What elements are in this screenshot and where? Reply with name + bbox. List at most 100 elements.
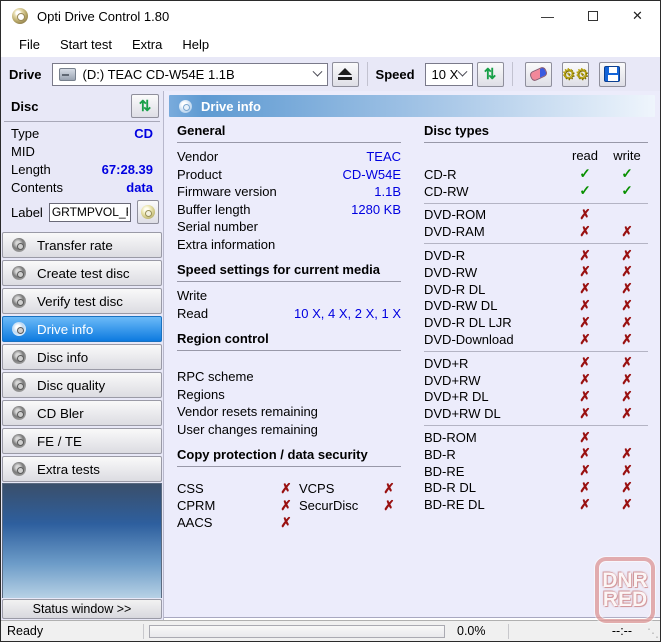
disc-type-label: CD-R [424, 167, 564, 182]
drive-label: Drive [9, 67, 42, 82]
status-window-button[interactable]: Status window >> [2, 599, 162, 619]
drive-icon [59, 68, 76, 81]
refresh-speeds-button[interactable]: ⇅ [477, 62, 504, 87]
disc-type-row: DVD-RAM ✗ ✗ [424, 223, 648, 240]
read-status-icon: ✗ [564, 248, 606, 264]
write-status-icon: ✗ [606, 281, 648, 297]
minimize-icon[interactable]: — [525, 1, 570, 31]
page-title: Drive info [201, 99, 261, 114]
write-status-icon: ✗ [606, 248, 648, 264]
menu-start-test[interactable]: Start test [50, 34, 122, 55]
disc-type-row: DVD+RW DL ✗ ✗ [424, 405, 648, 422]
chevron-down-icon [312, 66, 322, 76]
drive-info-icon [179, 100, 192, 113]
disc-field-length: Length 67:28.39 [1, 161, 163, 179]
close-icon[interactable]: ✕ [615, 1, 660, 31]
progress-section [144, 625, 450, 638]
menubar: File Start test Extra Help [1, 31, 660, 57]
general-row-firmware: Firmware version 1.1B [177, 183, 401, 201]
read-status-icon: ✓ [564, 166, 606, 182]
sidebar-item-drive-info[interactable]: Drive info [2, 316, 162, 342]
disc-refresh-button[interactable]: ⇅ [131, 94, 159, 118]
sidebar-item-disc-info[interactable]: Disc info [2, 344, 162, 370]
divider [177, 350, 401, 351]
sidebar-item-create-test-disc[interactable]: Create test disc [2, 260, 162, 286]
sidebar-item-label: Disc info [37, 350, 88, 365]
write-status-icon: ✗ [606, 224, 648, 240]
sidebar-item-label: CD Bler [37, 406, 84, 421]
divider [4, 121, 160, 122]
label-field-caption: Label [11, 205, 43, 220]
row-value: TEAC [366, 148, 401, 166]
drive-select[interactable]: (D:) TEAC CD-W54E 1.1B [52, 63, 328, 86]
disc-type-label: DVD-ROM [424, 207, 564, 222]
toolbar: Drive (D:) TEAC CD-W54E 1.1B Speed 10 X … [1, 57, 660, 91]
sidebar-item-transfer-rate[interactable]: Transfer rate [2, 232, 162, 258]
resize-grip[interactable]: ⋱ [647, 626, 658, 640]
read-status-icon: ✗ [564, 264, 606, 280]
read-status-icon: ✗ [564, 480, 606, 496]
disc-type-label: DVD+RW DL [424, 406, 564, 421]
disc-types-header: read write [424, 148, 648, 164]
disc-type-row: BD-R DL ✗ ✗ [424, 480, 648, 497]
section-title-copy-protection: Copy protection / data security [177, 447, 401, 462]
write-column-header: write [606, 148, 648, 164]
options-button[interactable]: ⚙⚙ [562, 62, 589, 87]
field-label: Length [11, 162, 51, 178]
disc-type-row: DVD+R ✗ ✗ [424, 355, 648, 372]
disc-type-row: DVD-R DL LJR ✗ ✗ [424, 314, 648, 331]
maximize-icon[interactable] [570, 1, 615, 31]
disc-panel-title: Disc [11, 99, 38, 114]
read-status-icon: ✗ [564, 207, 606, 223]
write-status-icon: ✗ [606, 298, 648, 314]
erase-disc-button[interactable] [525, 62, 552, 87]
disc-type-label: DVD-Download [424, 332, 564, 347]
sidebar-item-extra-tests[interactable]: Extra tests [2, 456, 162, 482]
disc-field-contents: Contents data [1, 179, 163, 197]
eject-button[interactable] [332, 62, 359, 87]
disc-label-button[interactable] [137, 200, 159, 224]
speed-row-read: Read 10 X, 4 X, 2 X, 1 X [177, 305, 401, 323]
section-title-region-control: Region control [177, 331, 401, 346]
write-status-icon: ✗ [606, 332, 648, 348]
sidebar-item-fe-te[interactable]: FE / TE [2, 428, 162, 454]
disc-type-label: BD-RE [424, 464, 564, 479]
progress-percent: 0.0% [450, 624, 508, 638]
sidebar-item-disc-quality[interactable]: Disc quality [2, 372, 162, 398]
save-button[interactable] [599, 62, 626, 87]
field-label: Type [11, 126, 39, 142]
save-icon [604, 66, 620, 82]
read-status-icon: ✗ [564, 463, 606, 479]
statusbar: Ready 0.0% --:-- ⋱ [1, 620, 660, 641]
general-row-vendor: Vendor TEAC [177, 148, 401, 166]
row-label: Extra information [177, 236, 275, 254]
disc-label-input[interactable] [49, 203, 131, 222]
field-value: CD [134, 126, 153, 142]
eject-icon [338, 68, 352, 80]
disc-type-row: BD-RE DL ✗ ✗ [424, 496, 648, 513]
disc-type-row: DVD-R ✗ ✗ [424, 247, 648, 264]
time-section: --:-- [509, 624, 660, 638]
row-label: RPC scheme [177, 368, 254, 386]
speed-select[interactable]: 10 X [425, 63, 473, 86]
menu-extra[interactable]: Extra [122, 34, 172, 55]
app-window: Opti Drive Control 1.80 — ✕ File Start t… [0, 0, 661, 642]
menu-file[interactable]: File [9, 34, 50, 55]
write-status-icon: ✗ [606, 355, 648, 371]
sidebar-item-verify-test-disc[interactable]: Verify test disc [2, 288, 162, 314]
disc-icon [12, 294, 26, 308]
disc-type-label: DVD-R [424, 248, 564, 263]
divider [424, 243, 648, 244]
cd-icon [141, 205, 155, 219]
row-label: Serial number [177, 218, 258, 236]
sidebar-item-cd-bler[interactable]: CD Bler [2, 400, 162, 426]
menu-help[interactable]: Help [172, 34, 219, 55]
disc-type-row: DVD+RW ✗ ✗ [424, 372, 648, 389]
speed-label: Speed [376, 67, 415, 82]
eraser-icon [528, 66, 548, 82]
disc-type-label: DVD-RW DL [424, 298, 564, 313]
read-status-icon: ✗ [564, 281, 606, 297]
disc-type-row: DVD-RW DL ✗ ✗ [424, 298, 648, 315]
sidebar-nav: Transfer rate Create test disc Verify te… [1, 232, 163, 482]
row-value: 1.1B [374, 183, 401, 201]
